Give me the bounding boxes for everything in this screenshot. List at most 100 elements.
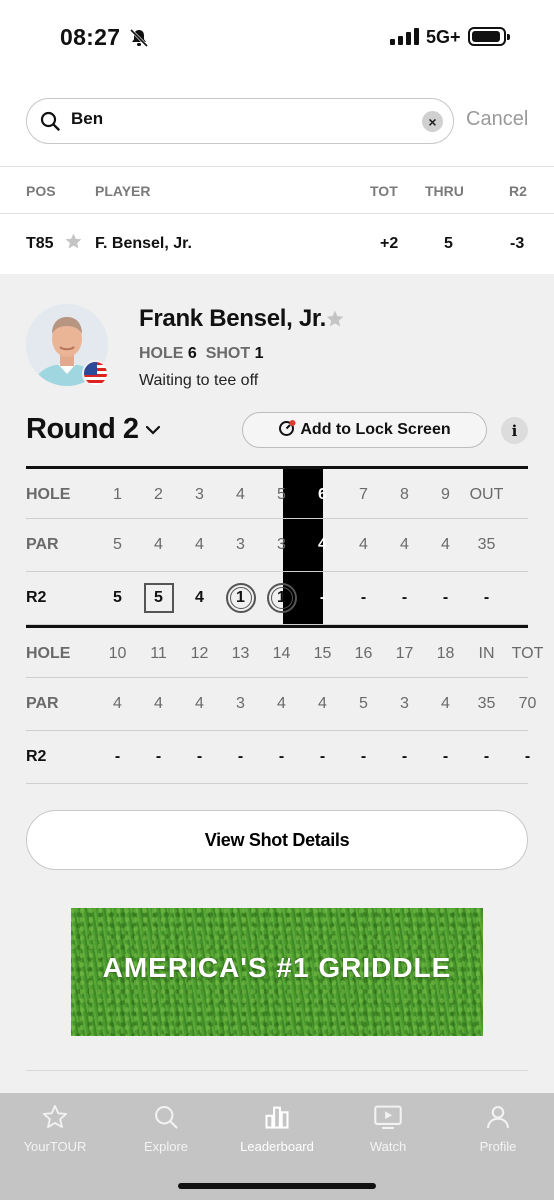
search-icon (152, 1103, 180, 1136)
chevron-down-icon[interactable] (145, 423, 161, 441)
tab-label: Explore (143, 1139, 189, 1154)
leaderboard-header: POS PLAYER TOT THRU R2 (0, 166, 554, 214)
tab-label: YourTOUR (23, 1139, 87, 1154)
status-time: 08:27 (60, 24, 121, 50)
scorecard-row-par: PAR 5 4 4 3 3 4 4 4 4 35 (26, 519, 528, 572)
info-icon[interactable]: i (501, 417, 528, 444)
divider (26, 1070, 528, 1071)
scorecard-cell: 5 (113, 536, 122, 553)
tab-watch[interactable]: Watch (333, 1093, 443, 1163)
scorecard-row-label: HOLE (26, 486, 71, 503)
scorecard-cell: - (237, 748, 244, 765)
shot-label: SHOT (205, 345, 251, 362)
col-tot: TOT (370, 183, 398, 199)
search-bar[interactable]: Ben × (26, 98, 454, 144)
scorecard-cell: 4 (154, 536, 163, 553)
add-to-lock-screen-button[interactable]: Add to Lock Screen (242, 412, 487, 448)
scorecard-cell: - (155, 748, 162, 765)
scorecard-row-holes: HOLE 1 2 3 4 5 6 7 8 9 OUT (26, 466, 528, 519)
scorecard-cell: - (360, 748, 367, 765)
col-round: R2 (509, 183, 527, 199)
scorecard-cell: 4 (441, 695, 450, 712)
scorecard-cell: - (360, 589, 367, 606)
scorecard-cell: 1 (220, 572, 261, 624)
scorecard-cell: 5 (359, 695, 368, 712)
scorecard-cell: 35 (477, 695, 496, 712)
search-input[interactable]: Ben (71, 109, 103, 129)
scorecard-row-holes: HOLE 10 11 12 13 14 15 16 17 18 IN TOT (26, 625, 543, 678)
scorecard-cell: 5 (277, 486, 286, 503)
scorecard-cell: 15 (313, 645, 332, 662)
scorecard-cell: 3 (277, 536, 286, 553)
scorecard-cell: 5 (138, 572, 179, 624)
scorecard-cell: 4 (154, 695, 163, 712)
scorecard-cell: - (483, 589, 490, 606)
cancel-button[interactable]: Cancel (466, 108, 528, 131)
tab-yourtour[interactable]: YourTOUR (0, 1093, 110, 1163)
player-name: Frank Bensel, Jr. (139, 305, 326, 332)
scorecard-cell: IN (478, 645, 495, 662)
scorecard-cell: 8 (400, 486, 409, 503)
round-selector[interactable]: Round 2 (26, 413, 139, 446)
scorecard-row-label: R2 (26, 748, 47, 765)
person-icon (484, 1103, 512, 1136)
home-indicator (178, 1183, 376, 1189)
row-pos: T85 (26, 235, 54, 252)
row-thru: 5 (444, 235, 453, 252)
scorecard-cell: 2 (154, 486, 163, 503)
scorecard-row-label: PAR (26, 695, 59, 712)
leaderboard-row[interactable]: T85 F. Bensel, Jr. +2 5 -3 (0, 214, 554, 274)
tab-profile[interactable]: Profile (443, 1093, 553, 1163)
ad-banner[interactable]: AMERICA'S #1 GRIDDLE (71, 908, 483, 1036)
scorecard-cell: 4 (318, 536, 327, 553)
scorecard-cell: - (401, 748, 408, 765)
scorecard-cell: 1 (261, 572, 302, 624)
scorecard-cell: - (196, 748, 203, 765)
scorecard-cell: - (114, 748, 121, 765)
scorecard-cell: 6 (318, 486, 327, 503)
scorecard-cell: TOT (511, 645, 544, 662)
row-tot: +2 (380, 235, 399, 252)
scorecard-cell: - (319, 589, 326, 606)
scorecard-cell: - (483, 748, 490, 765)
view-shot-details-button[interactable]: View Shot Details (26, 810, 528, 870)
scorecard-cell: 14 (272, 645, 291, 662)
scorecard-cell: - (442, 748, 449, 765)
scorecard-cell: 3 (236, 695, 245, 712)
scorecard-cell: 4 (400, 536, 409, 553)
scorecard-row-label: HOLE (26, 645, 71, 662)
us-flag-icon (82, 360, 109, 387)
scorecard-row-score: R2 - - - - - - - - - - - (26, 731, 530, 784)
scorecard-cell: 4 (359, 536, 368, 553)
ad-text: AMERICA'S #1 GRIDDLE (102, 952, 452, 983)
scorecard-row-score: R2 5 5 4 1 1 - - - - - (26, 572, 528, 625)
scorecard-cell: 17 (395, 645, 414, 662)
scorecard-cell: 9 (441, 486, 450, 503)
favorite-star-icon[interactable] (325, 309, 345, 334)
scorecard-cell: 4 (277, 695, 286, 712)
scorecard-cell: 35 (477, 536, 496, 553)
clear-search-icon[interactable]: × (422, 111, 443, 132)
signal-icon (390, 27, 419, 45)
col-player: PLAYER (95, 183, 151, 199)
scorecard-row-label: R2 (26, 589, 47, 606)
play-screen-icon (373, 1103, 403, 1136)
favorite-star-icon[interactable] (64, 232, 83, 256)
scorecard-row-par: PAR 4 4 4 3 4 4 5 3 4 35 70 (26, 678, 536, 731)
scorecard-cell: 4 (195, 695, 204, 712)
scorecard-cell: 4 (113, 695, 122, 712)
row-player: F. Bensel, Jr. (95, 235, 192, 252)
birdie-circle: 1 (266, 583, 297, 613)
battery-icon (468, 27, 510, 46)
tab-explore[interactable]: Explore (111, 1093, 221, 1163)
scorecard-cell: 4 (195, 536, 204, 553)
scorecard-cell: 4 (441, 536, 450, 553)
scorecard-cell: 1 (113, 486, 122, 503)
tab-label: Watch (369, 1139, 407, 1154)
tab-leaderboard[interactable]: Leaderboard (222, 1093, 332, 1163)
player-status: Waiting to tee off (139, 372, 259, 389)
search-icon (39, 110, 61, 137)
scorecard-cell: 4 (318, 695, 327, 712)
scorecard-cell: 4 (195, 589, 204, 606)
scorecard-cell: 3 (195, 486, 204, 503)
